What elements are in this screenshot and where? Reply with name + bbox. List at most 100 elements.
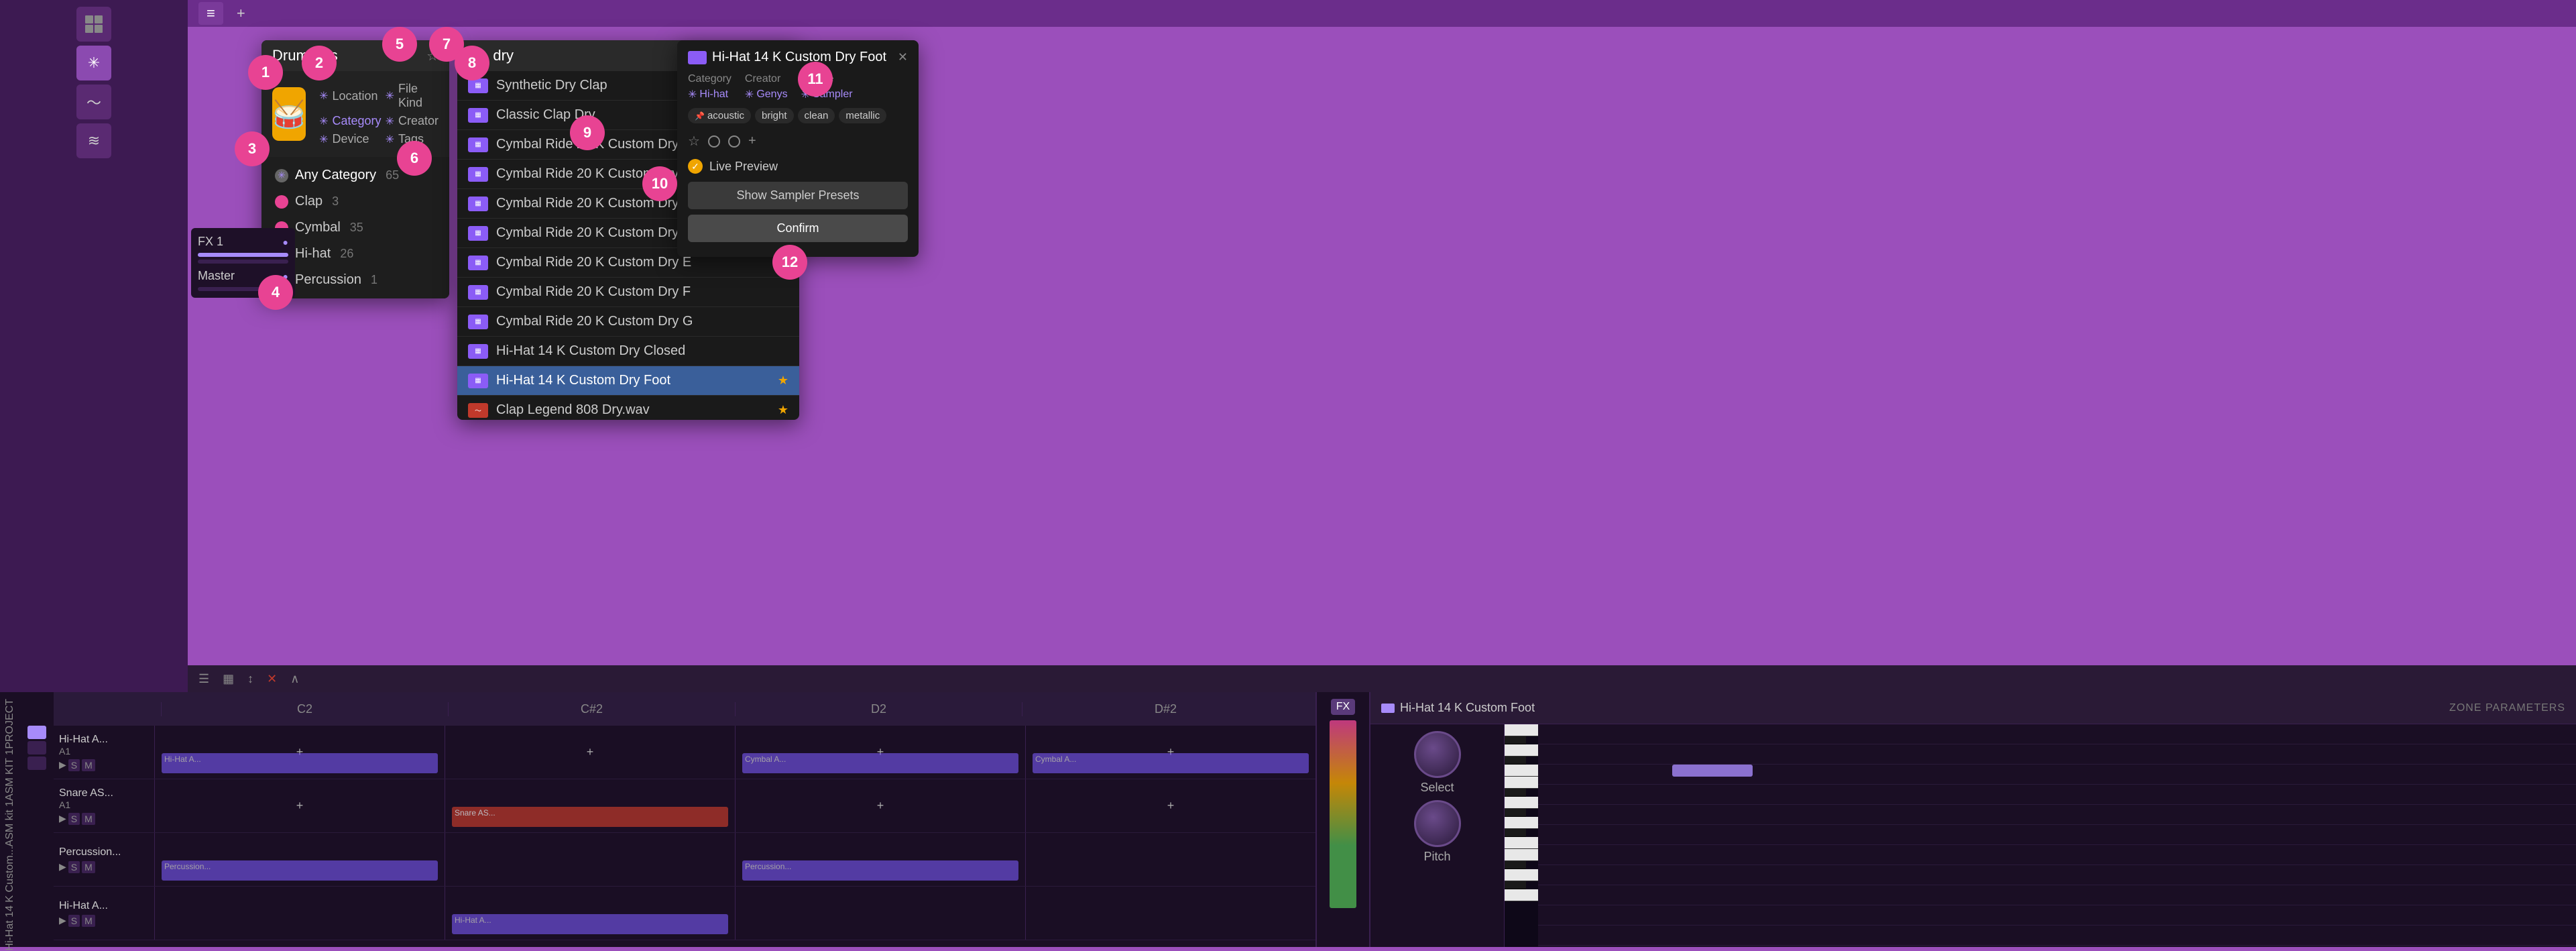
filter-device[interactable]: ✳ Device [319, 132, 381, 146]
category-item-any[interactable]: ✳ Any Category 65 [261, 162, 449, 188]
filter-creator[interactable]: ✳ Creator [386, 114, 438, 128]
result-item[interactable]: ▦ Cymbal Ride 20 K Custom Dry G [457, 307, 799, 337]
piano-key-white[interactable] [1505, 817, 1538, 829]
filter-location[interactable]: ✳ Location [319, 82, 381, 110]
track-1-cell-4[interactable]: + Cymbal A... [1025, 726, 1315, 779]
track-4-cell-2[interactable]: Hi-Hat A... [445, 887, 735, 940]
add-t2c1-icon[interactable]: + [296, 799, 304, 813]
piano-key-white[interactable] [1505, 797, 1538, 809]
track-2-cell-3[interactable]: + [735, 779, 1025, 832]
pitch-knob[interactable] [1414, 800, 1461, 847]
piano-key-white[interactable] [1505, 869, 1538, 881]
toolbar-icon-3[interactable]: ↕ [243, 669, 257, 689]
toolbar-icon-4[interactable]: ✕ [263, 669, 281, 689]
toolbar-icon-1[interactable]: ☰ [194, 669, 213, 689]
rating-circle-2[interactable] [728, 135, 740, 148]
tag-clean[interactable]: clean [798, 108, 835, 123]
filter-tags[interactable]: ✳ Tags [386, 132, 438, 146]
rating-row: ☆ + [688, 133, 908, 150]
piano-key-black[interactable] [1505, 789, 1526, 797]
play-icon[interactable]: ▶ [59, 759, 66, 771]
add-cell-2-icon[interactable]: + [587, 745, 594, 759]
piano-key-white[interactable] [1505, 744, 1538, 757]
rating-star-icon[interactable]: ☆ [688, 133, 700, 150]
add-t2c3-icon[interactable]: + [877, 799, 884, 813]
m2-btn[interactable]: M [82, 813, 95, 825]
play3-icon[interactable]: ▶ [59, 861, 66, 873]
m4-btn[interactable]: M [82, 915, 95, 927]
piano-roll-grid[interactable] [1538, 724, 2576, 947]
rating-circle-1[interactable] [708, 135, 720, 148]
result-item[interactable]: 〜 Clap Legend 808 Dry.wav ★ [457, 396, 799, 420]
piano-key-black[interactable] [1505, 736, 1526, 744]
result-item-selected[interactable]: ▦ Hi-Hat 14 K Custom Dry Foot ★ [457, 366, 799, 396]
piano-key-white[interactable] [1505, 777, 1538, 789]
track-1-cell-1[interactable]: + Hi-Hat A... [154, 726, 445, 779]
s4-btn[interactable]: S [68, 915, 80, 927]
piano-key-white[interactable] [1505, 889, 1538, 901]
track-4-cell-4[interactable] [1025, 887, 1315, 940]
m-btn[interactable]: M [82, 759, 95, 771]
power-icon[interactable] [27, 726, 46, 739]
fx-fader[interactable] [198, 253, 288, 257]
piano-key-black[interactable] [1505, 757, 1526, 765]
tab-secondary[interactable]: + [229, 2, 253, 25]
track-4-cell-3[interactable] [735, 887, 1025, 940]
tag-bright[interactable]: bright [755, 108, 794, 123]
piano-key-white[interactable] [1505, 765, 1538, 777]
result-icon-drum: ▦ [468, 78, 488, 93]
fx-button[interactable]: FX [1331, 699, 1355, 715]
s-btn[interactable]: S [68, 759, 80, 771]
track-1-cell-3[interactable]: + Cymbal A... [735, 726, 1025, 779]
rating-plus-icon[interactable]: + [748, 133, 756, 149]
play2-icon[interactable]: ▶ [59, 813, 66, 825]
sidebar-icon-eq[interactable]: ≋ [76, 123, 111, 158]
piano-key-white[interactable] [1505, 849, 1538, 861]
piano-key-black[interactable] [1505, 861, 1526, 869]
sequencer-grid: C2 C#2 D2 D#2 Hi-Hat A... A1 ▶ S M + Hi-… [54, 692, 1315, 947]
category-item-clap[interactable]: Clap 3 [261, 188, 449, 215]
toolbar-expand-btn[interactable]: ∧ [286, 669, 303, 689]
toolbar-icon-2[interactable]: ▦ [219, 669, 238, 689]
sidebar-icon-grid[interactable] [76, 7, 111, 42]
track-3-cell-3[interactable]: Percussion... [735, 833, 1025, 886]
show-sampler-presets-button[interactable]: Show Sampler Presets [688, 182, 908, 209]
mute-icon[interactable] [27, 757, 46, 770]
filter-category[interactable]: ✳ Category [319, 114, 381, 128]
confirm-button[interactable]: Confirm [688, 215, 908, 242]
m3-btn[interactable]: M [82, 861, 95, 873]
filter-asterisk-location: ✳ [319, 89, 328, 103]
track-2-cell-1[interactable]: + [154, 779, 445, 832]
track-3-cell-1[interactable]: Percussion... [154, 833, 445, 886]
sidebar-icon-wave[interactable]: 〜 [76, 85, 111, 119]
track-3-cell-2[interactable] [445, 833, 735, 886]
tag-acoustic[interactable]: 📌 acoustic [688, 108, 751, 123]
track-2-cell-4[interactable]: + [1025, 779, 1315, 832]
select-knob[interactable] [1414, 731, 1461, 778]
s2-btn[interactable]: S [68, 813, 80, 825]
piano-roll-note[interactable] [1672, 765, 1753, 777]
piano-key-white[interactable] [1505, 837, 1538, 849]
track-2-cell-2[interactable]: Snare AS... [445, 779, 735, 832]
s3-btn[interactable]: S [68, 861, 80, 873]
result-item[interactable]: ▦ Hi-Hat 14 K Custom Dry Closed [457, 337, 799, 366]
detail-meta-category-col: Category ✳ Hi-hat [688, 73, 731, 101]
solo-icon[interactable] [27, 741, 46, 754]
browser-star-icon[interactable]: ☆ [426, 48, 438, 64]
result-item[interactable]: ▦ Cymbal Ride 20 K Custom Dry F [457, 278, 799, 307]
track-3-cell-4[interactable] [1025, 833, 1315, 886]
piano-key-black[interactable] [1505, 881, 1526, 889]
track-1-cell-2[interactable]: + [445, 726, 735, 779]
add-t2c4-icon[interactable]: + [1167, 799, 1175, 813]
live-preview-row: ✓ Live Preview [688, 159, 908, 174]
sidebar-icon-star[interactable]: ✳ [76, 46, 111, 80]
detail-close-button[interactable]: ✕ [898, 50, 908, 64]
piano-key-black[interactable] [1505, 829, 1526, 837]
tag-metallic[interactable]: metallic [839, 108, 886, 123]
tab-main[interactable]: ≡ [198, 2, 223, 25]
piano-key-white[interactable] [1505, 724, 1538, 736]
track-4-cell-1[interactable] [154, 887, 445, 940]
play4-icon[interactable]: ▶ [59, 915, 66, 927]
piano-key-black[interactable] [1505, 809, 1526, 817]
filter-file-kind[interactable]: ✳ File Kind [386, 82, 438, 110]
